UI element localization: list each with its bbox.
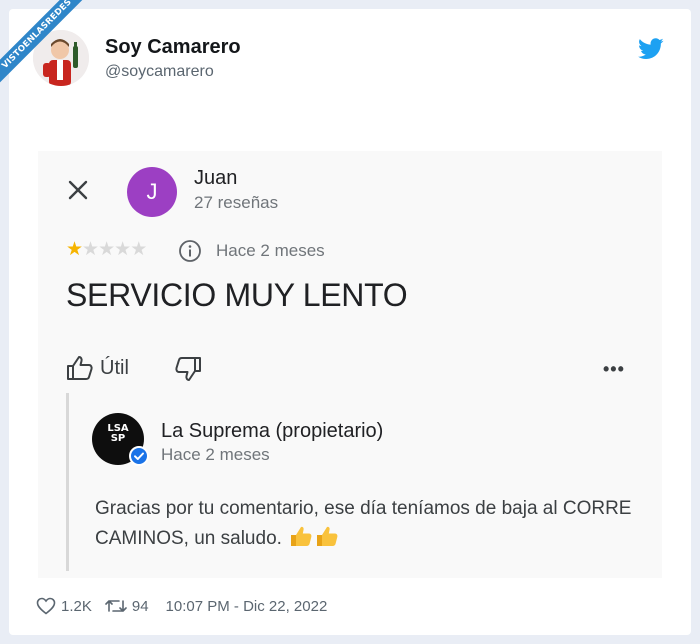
tweet-footer: 1.2K 94 10:07 PM - Dic 22, 2022 [36, 596, 327, 616]
heart-icon [36, 597, 56, 615]
thumbs-down-icon[interactable] [174, 356, 202, 382]
twitter-bird-icon[interactable] [638, 38, 664, 60]
tweet-timestamp[interactable]: 10:07 PM - Dic 22, 2022 [166, 598, 328, 615]
star-empty-icon: ★ [82, 239, 99, 260]
review-date: Hace 2 meses [216, 241, 325, 260]
review-text: SERVICIO MUY LENTO [66, 277, 408, 313]
retweet-count: 94 [131, 597, 149, 615]
star-empty-icon: ★ [98, 239, 115, 260]
more-options-button[interactable]: ••• [603, 359, 625, 380]
author-name[interactable]: Soy Camarero [105, 36, 241, 59]
author-handle[interactable]: @soycamarero [105, 63, 214, 81]
info-icon[interactable] [178, 239, 202, 263]
owner-logo-text: LSA SP [107, 423, 129, 444]
reply-divider [66, 393, 69, 571]
close-icon[interactable] [63, 175, 93, 205]
star-empty-icon: ★ [114, 239, 131, 260]
verified-badge-icon [129, 446, 149, 466]
star-empty-icon: ★ [130, 239, 147, 260]
reviewer-name[interactable]: Juan [194, 167, 237, 190]
thumbs-up-emoji-icon [317, 526, 338, 546]
thumbs-up-icon[interactable] [66, 355, 94, 381]
useful-button[interactable]: Útil [100, 357, 129, 380]
reviewer-review-count: 27 reseñas [194, 193, 279, 212]
owner-name[interactable]: La Suprema (propietario) [161, 420, 383, 443]
owner-reply-date: Hace 2 meses [161, 445, 270, 464]
thumbs-up-emoji-icon [291, 526, 312, 546]
like-button[interactable]: 1.2K [36, 597, 92, 615]
owner-reply-text: Gracias por tu comentario, ese día tenía… [95, 494, 655, 554]
star-rating: ★★★★★ [66, 238, 147, 261]
owner-reply-body: Gracias por tu comentario, ese día tenía… [95, 498, 632, 549]
reviewer-avatar[interactable]: J [127, 167, 177, 217]
retweet-button[interactable]: 94 [105, 597, 149, 615]
retweet-icon [105, 600, 127, 612]
star-filled-icon: ★ [66, 239, 83, 260]
like-count: 1.2K [61, 597, 92, 615]
